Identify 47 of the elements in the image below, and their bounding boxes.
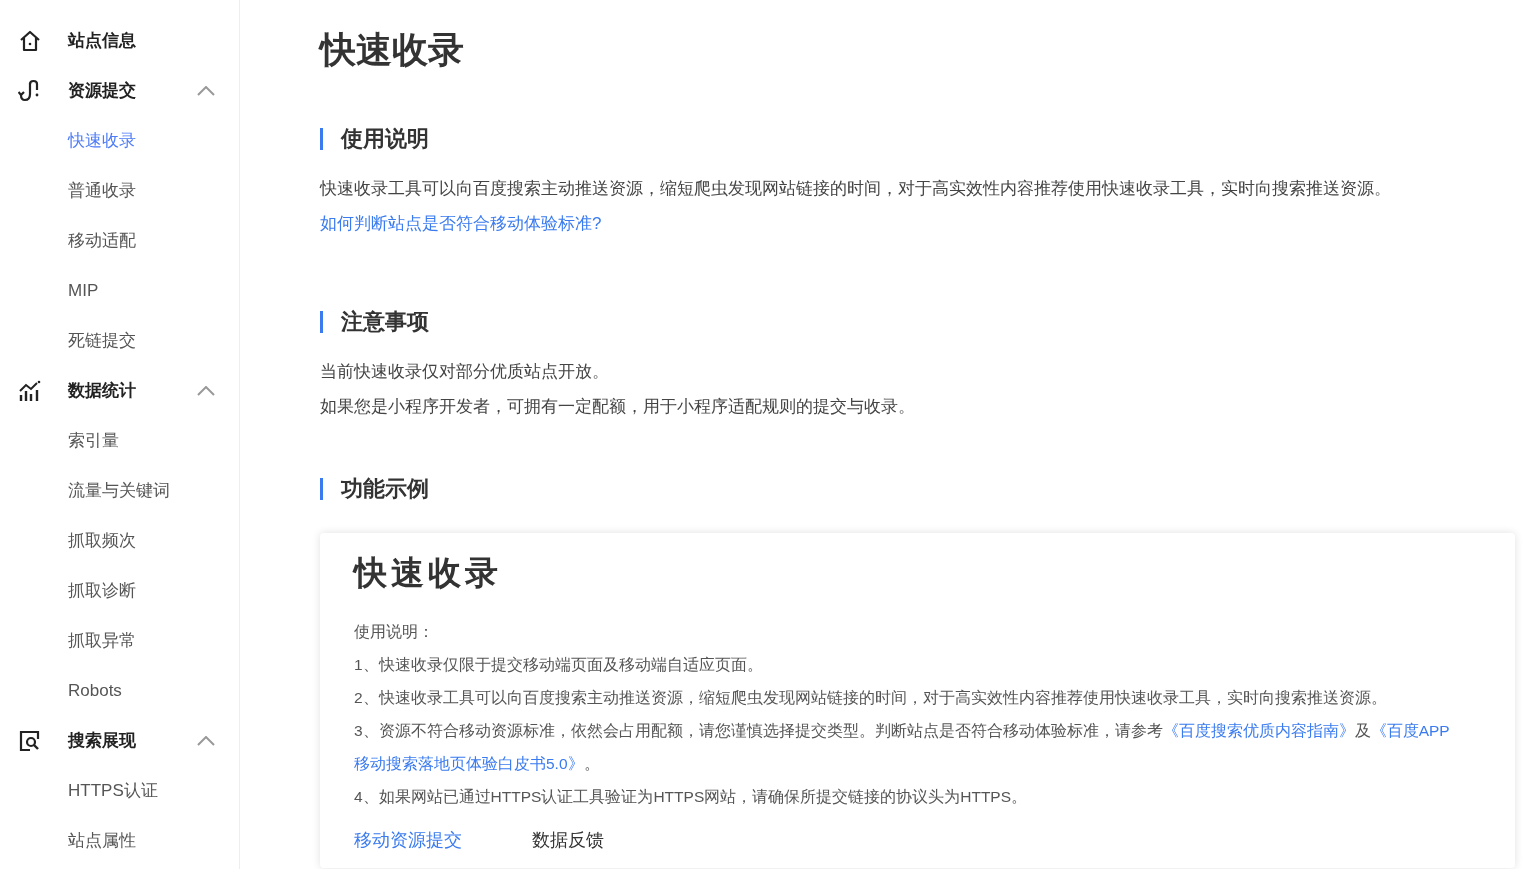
example-text: 。 — [583, 755, 600, 772]
example-intro: 使用说明： — [354, 622, 434, 642]
example-link[interactable]: 移动搜索落地页体验白皮书5.0》 — [354, 755, 584, 772]
example-text: 3、资源不符合移动资源标准，依然会占用配额，请您谨慎选择提交类型。判断站点是否符合移动体验标准，请参考 — [354, 722, 1163, 739]
example-link[interactable]: 《百度搜索优质内容指南》 — [1162, 722, 1355, 739]
paragraph: 当前快速收录仅对部分优质站点开放。 — [320, 361, 609, 383]
menu-item[interactable]: 抓取异常 — [68, 628, 136, 654]
home-icon — [18, 29, 42, 53]
example-tab[interactable]: 数据反馈 — [532, 827, 604, 854]
menu-group-label[interactable]: 站点信息 — [68, 28, 215, 54]
heading-bar — [320, 477, 323, 500]
menu-group-label[interactable]: 搜索展现 — [68, 728, 197, 754]
section-heading: 功能示例 — [341, 475, 429, 503]
menu-item[interactable]: 流量与关键词 — [68, 478, 170, 504]
help-link[interactable]: 如何判断站点是否符合移动体验标准? — [320, 206, 602, 241]
menu-item[interactable]: HTTPS认证 — [68, 778, 158, 804]
heading-bar — [320, 127, 323, 150]
example-tab[interactable]: 移动资源提交 — [354, 827, 462, 854]
page-title: 快速收录 — [320, 28, 465, 72]
example-text: 及 — [1354, 722, 1371, 739]
menu-item[interactable]: 死链提交 — [68, 328, 136, 354]
menu-item[interactable]: 索引量 — [68, 428, 119, 454]
menu-item[interactable]: 站点属性 — [68, 828, 136, 854]
section-heading: 注意事项 — [341, 308, 429, 336]
search-icon — [18, 729, 42, 753]
example-text: 2、快速收录工具可以向百度搜索主动推送资源，缩短爬虫发现网站链接的时间，对于高实效性内容推荐使用快速收录工具，实时向搜索推送资源。 — [354, 689, 1387, 706]
paragraph: 如果您是小程序开发者，可拥有一定配额，用于小程序适配规则的提交与收录。 — [320, 396, 915, 418]
menu-item[interactable]: 移动适配 — [68, 228, 136, 254]
chevron-up-icon[interactable] — [197, 386, 215, 396]
menu-group-label[interactable]: 资源提交 — [68, 78, 197, 104]
paragraph: 快速收录工具可以向百度搜索主动推送资源，缩短爬虫发现网站链接的时间，对于高实效性内容推荐使用快速收录工具，实时向搜索推送资源。 — [320, 178, 1391, 200]
chevron-up-icon[interactable] — [197, 736, 215, 746]
section-heading: 使用说明 — [341, 125, 429, 153]
example-link[interactable]: 《百度APP — [1370, 722, 1450, 739]
menu-group-label[interactable]: 数据统计 — [68, 378, 197, 404]
menu-item[interactable]: Robots — [68, 678, 122, 704]
example-text: 4、如果网站已通过HTTPS认证工具验证为HTTPS网站，请确保所提交链接的协议头为HTTPS。 — [354, 788, 1028, 805]
chart-icon — [18, 379, 42, 403]
menu-item[interactable]: 快速收录 — [68, 128, 136, 154]
example-text: 1、快速收录仅限于提交移动端页面及移动端自适应页面。 — [354, 656, 763, 673]
example-title: 快速收录 — [354, 553, 502, 593]
menu-item[interactable]: MIP — [68, 278, 99, 304]
menu-item[interactable]: 普通收录 — [68, 178, 136, 204]
menu-item[interactable]: 抓取频次 — [68, 528, 136, 554]
heading-bar — [320, 310, 323, 333]
menu-item[interactable]: 抓取诊断 — [68, 578, 136, 604]
chevron-up-icon[interactable] — [197, 86, 215, 96]
